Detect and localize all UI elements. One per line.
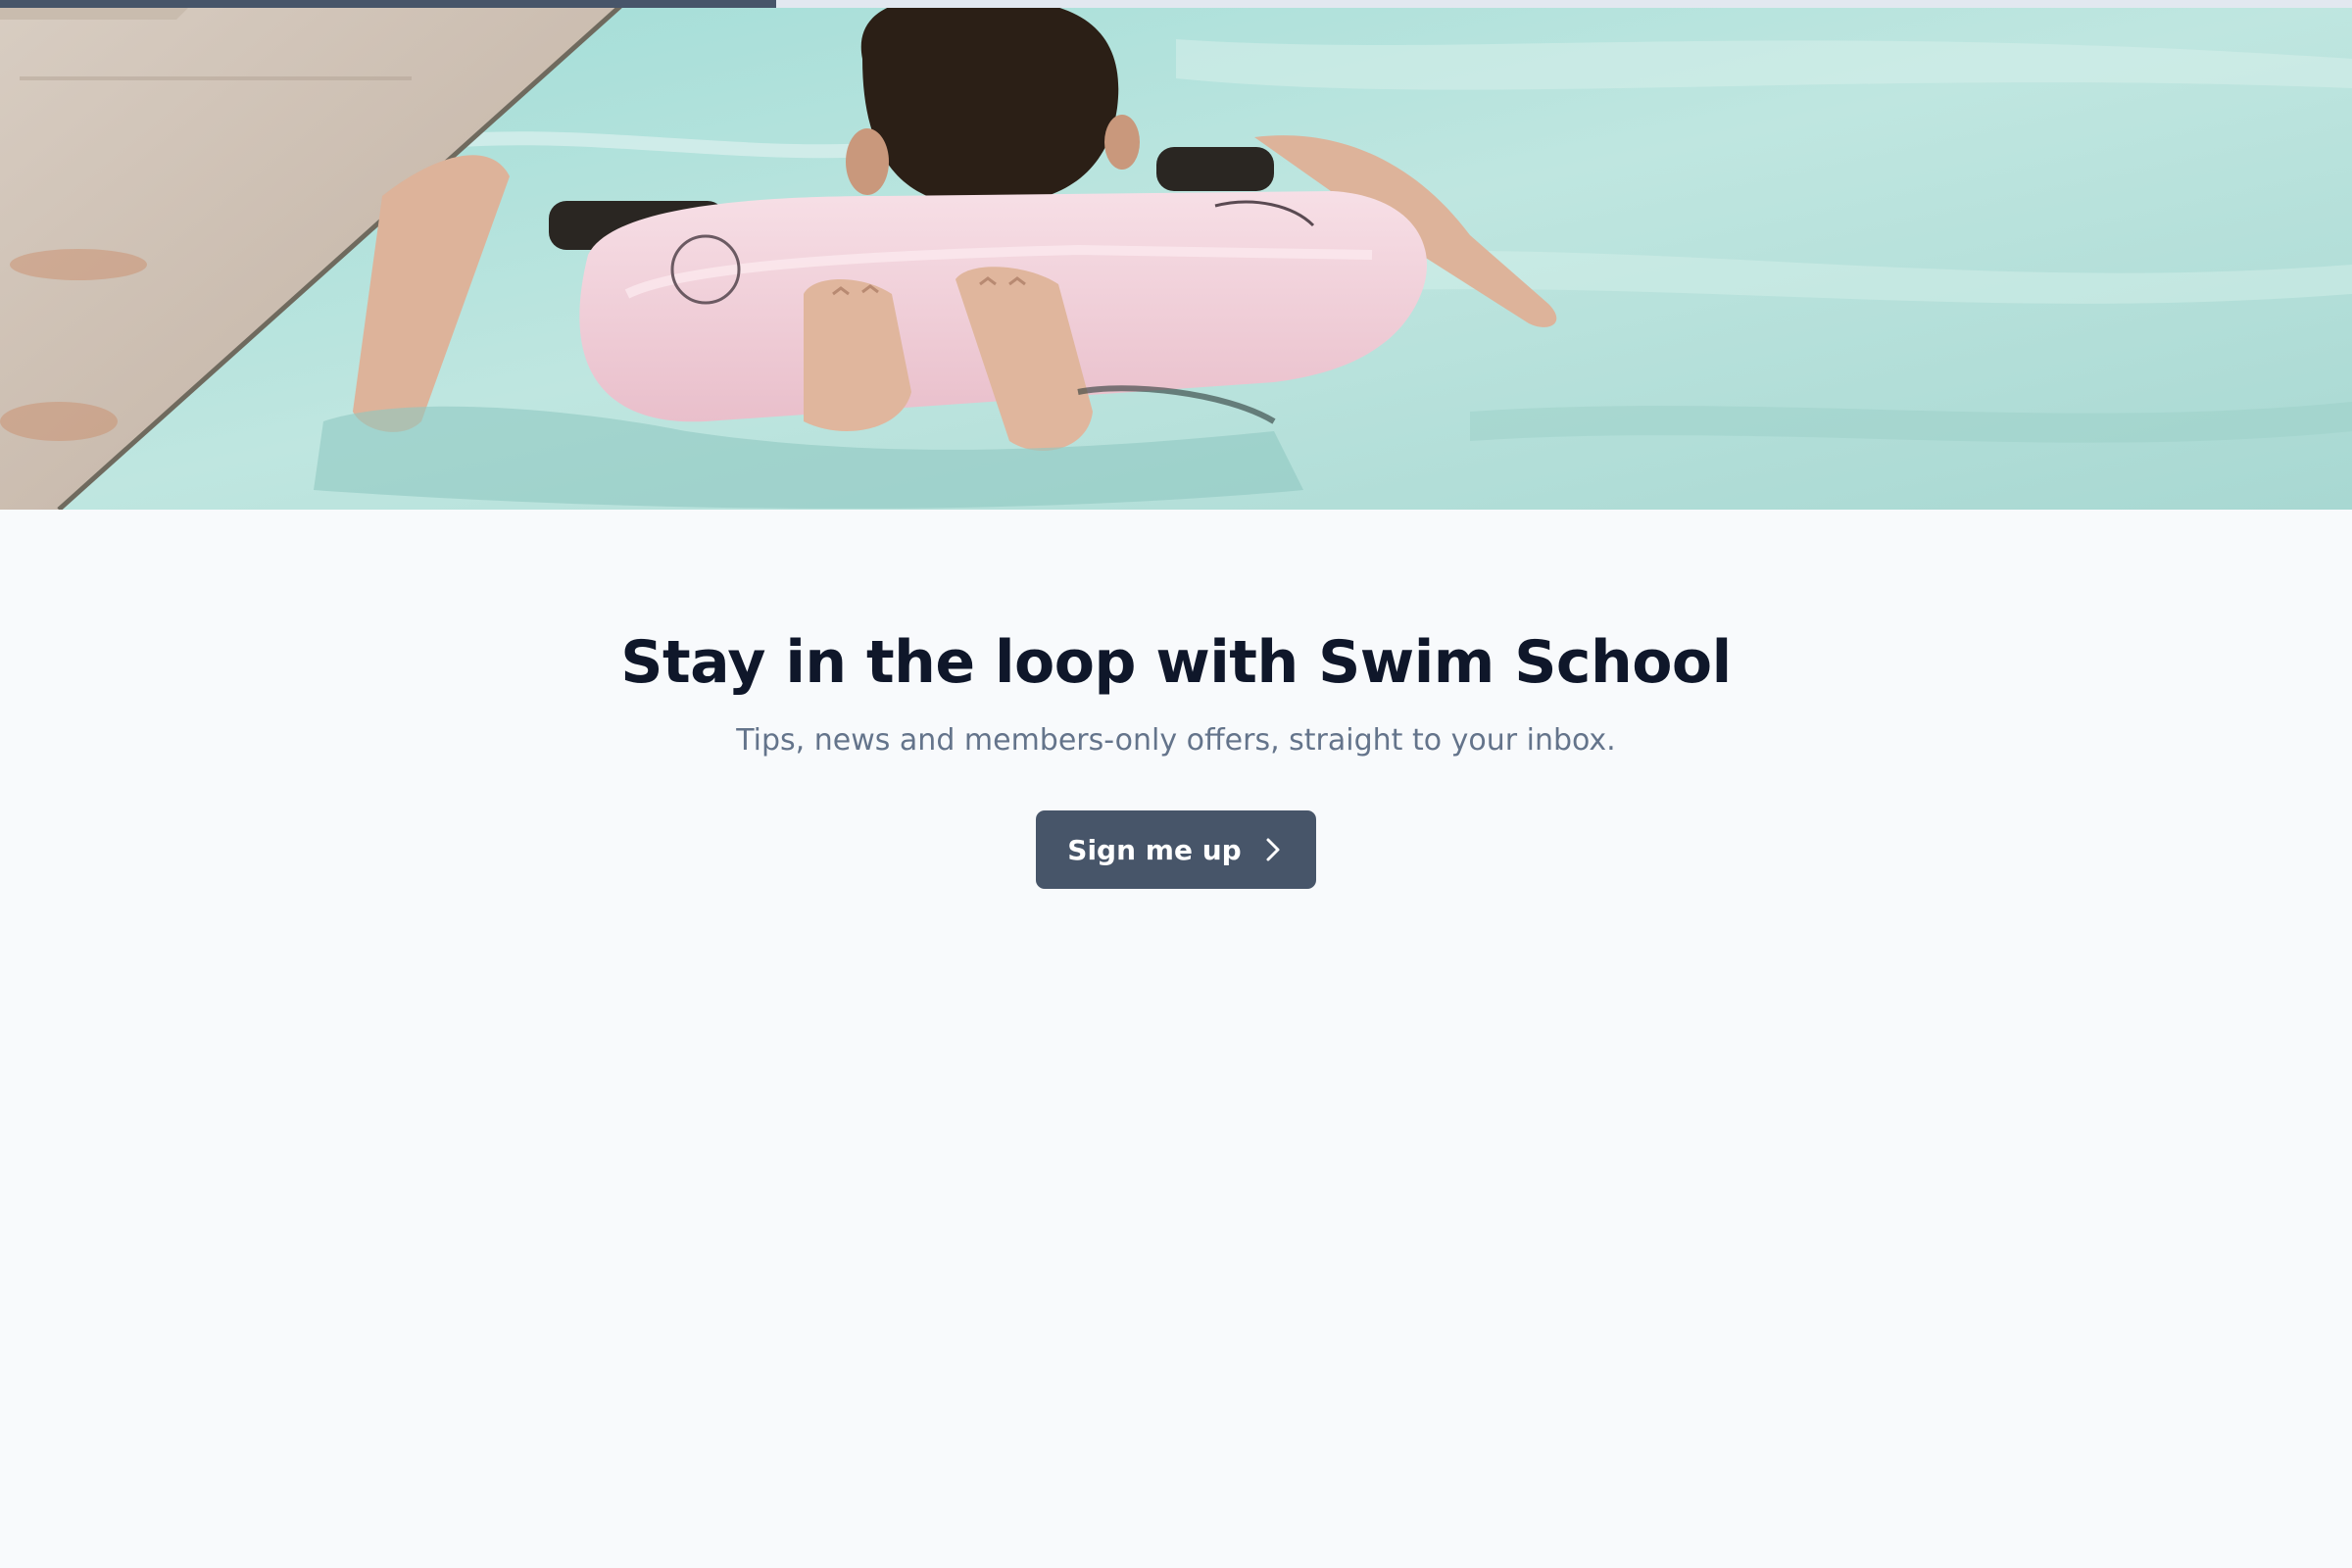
sign-up-button[interactable]: Sign me up [1036, 810, 1316, 889]
newsletter-title: Stay in the loop with Swim School [620, 628, 1732, 697]
chevron-right-icon [1266, 838, 1280, 861]
newsletter-section: Stay in the loop with Swim School Tips, … [0, 627, 2352, 889]
page: Stay in the loop with Swim School Tips, … [0, 0, 2352, 1568]
progress-bar-fill [0, 0, 776, 8]
progress-bar [0, 0, 2352, 8]
sign-up-button-label: Sign me up [1067, 833, 1242, 866]
hero-image [0, 0, 2352, 510]
newsletter-subtitle: Tips, news and members-only offers, stra… [736, 723, 1616, 758]
